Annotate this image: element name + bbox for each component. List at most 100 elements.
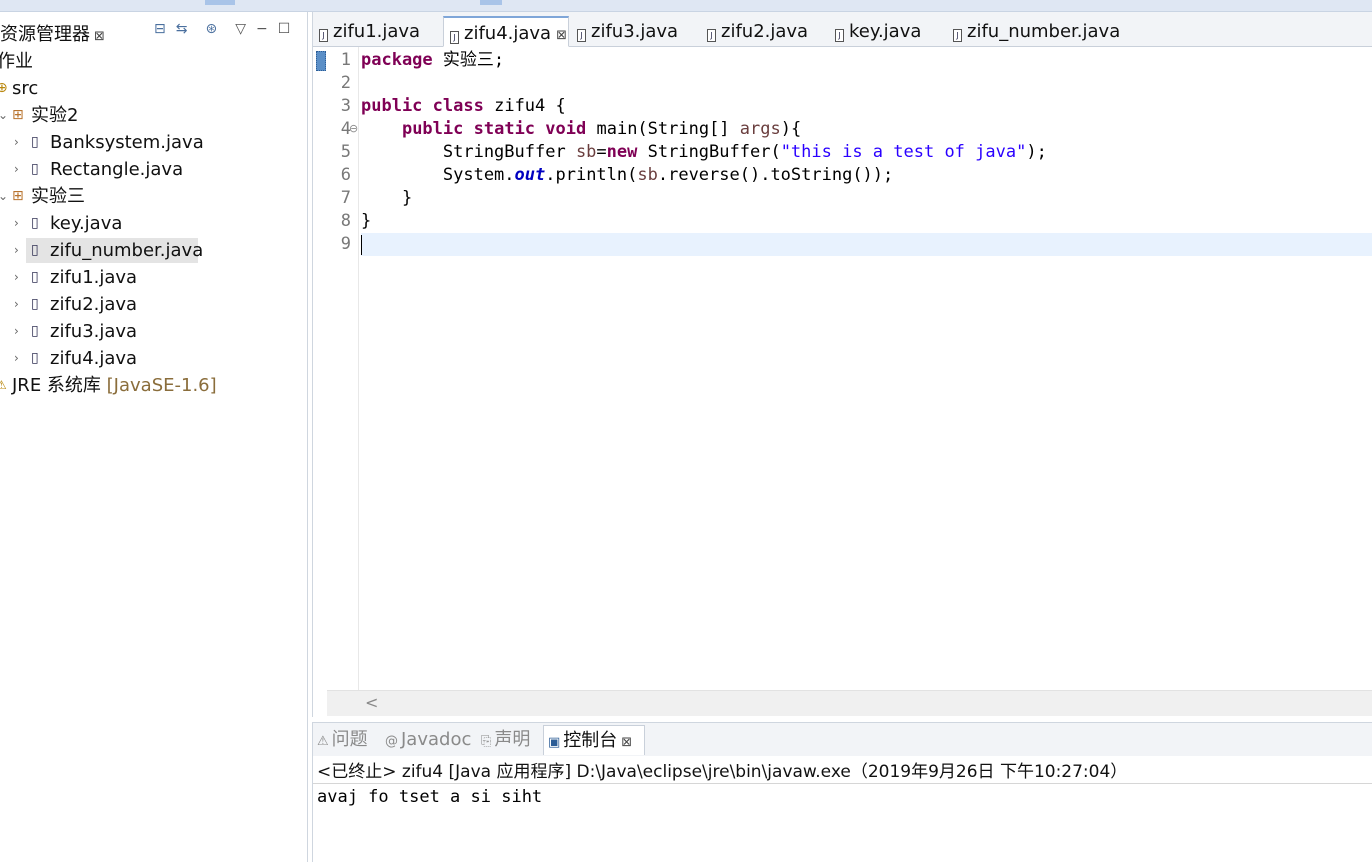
bookmark-marker [316, 51, 326, 71]
code-text: System. [361, 165, 515, 185]
file-label: zifu2.java [50, 294, 138, 315]
tree-package-2[interactable]: ⌄ ⊞ 实验三 [0, 183, 307, 210]
tab-zifu4[interactable]: Jzifu4.java ⊠ [443, 16, 569, 47]
code-text: ); [1026, 142, 1047, 162]
line-number: 6 [340, 165, 351, 185]
tab-zifu2[interactable]: Jzifu2.java [701, 16, 827, 47]
chevron-right-icon[interactable]: › [14, 318, 19, 345]
code-area[interactable]: package 实验三; public class zifu4 { public… [361, 47, 1372, 702]
tab-label: zifu4.java [464, 23, 552, 44]
jre-name: JRE 系统库 [12, 375, 101, 396]
code-text: StringBuffer [361, 142, 576, 162]
scroll-left-icon[interactable]: < [365, 693, 378, 712]
tree-project[interactable]: 作业 [0, 48, 307, 75]
file-label: zifu1.java [50, 267, 138, 288]
chevron-right-icon[interactable]: › [14, 291, 19, 318]
package-icon: ⊞ [12, 107, 24, 123]
tree-file[interactable]: › ▯ key.java [0, 210, 307, 237]
editor-tab-bar: Jzifu1.java Jzifu4.java ⊠ Jzifu3.java Jzi… [313, 12, 1372, 47]
chevron-right-icon[interactable]: › [14, 237, 19, 264]
keyword: package [361, 50, 433, 70]
console-output[interactable]: avaj fo tset a si siht [317, 785, 542, 809]
tree-file[interactable]: › ▯ Rectangle.java [0, 156, 307, 183]
collapse-all-icon[interactable]: ⊟ [154, 21, 166, 37]
tab-zifu3[interactable]: Jzifu3.java [571, 16, 697, 47]
java-file-icon: ▯ [31, 269, 39, 285]
chevron-right-icon[interactable]: › [14, 129, 19, 156]
javadoc-icon: @ [385, 734, 398, 749]
tree-file[interactable]: › ▯ Banksystem.java [0, 129, 307, 156]
fold-toggle-icon[interactable]: ⊖ [349, 122, 358, 135]
focus-icon[interactable]: ⊛ [205, 21, 217, 37]
tree-file[interactable]: › ▯ zifu1.java [0, 264, 307, 291]
expand-arrow-icon[interactable]: ⌄ [0, 102, 8, 129]
file-label: Banksystem.java [50, 132, 204, 153]
code-line-4: public static void main(String[] args){ [361, 118, 801, 141]
package-icon: ⊞ [12, 188, 24, 204]
code-text: = [596, 142, 607, 162]
java-file-icon: ▯ [31, 323, 39, 339]
line-number: 3 [340, 96, 351, 116]
tab-javadoc[interactable]: @ Javadoc [381, 725, 477, 755]
tab-declaration[interactable]: ⎘ 声明 [477, 725, 543, 755]
minimize-icon[interactable]: − [256, 21, 268, 37]
code-line-3: public class zifu4 { [361, 95, 566, 118]
close-icon[interactable]: ⊠ [621, 735, 632, 750]
explorer-view-tab[interactable]: 资源管理器 ⊠ [0, 12, 104, 46]
code-line-1: package 实验三; [361, 49, 504, 72]
code-line-7: } [361, 188, 413, 208]
java-file-icon: J [953, 29, 962, 42]
jre-version: [JavaSE-1.6] [106, 375, 217, 396]
project-label: 作业 [0, 51, 33, 72]
file-label: key.java [50, 213, 123, 234]
code-text: main(String[] [586, 119, 740, 139]
tab-label: Javadoc [401, 729, 472, 750]
tree-file[interactable]: › ▯ zifu2.java [0, 291, 307, 318]
tree-package-1[interactable]: ⌄ ⊞ 实验2 [0, 102, 307, 129]
code-text: zifu4 { [483, 96, 566, 116]
tab-zifu-number[interactable]: Jzifu_number.java [947, 16, 1147, 47]
file-label: Rectangle.java [50, 159, 184, 180]
tab-key[interactable]: Jkey.java [829, 16, 947, 47]
close-icon[interactable]: ⊠ [556, 28, 567, 43]
file-label: zifu_number.java [50, 240, 204, 261]
close-icon[interactable]: ⊠ [94, 29, 104, 44]
local-variable: sb [637, 165, 658, 185]
view-menu-icon[interactable]: ▽ [235, 21, 246, 37]
line-number-gutter: 1 2 3 4 ⊖ 5 6 7 8 9 [313, 47, 359, 702]
toolbar-fragment [480, 0, 502, 5]
expand-arrow-icon[interactable]: ⌄ [0, 183, 8, 210]
line-number: 1 [340, 50, 351, 70]
tab-problems[interactable]: ⚠ 问题 [313, 725, 379, 755]
maximize-icon[interactable]: ☐ [278, 21, 291, 37]
text-caret [361, 235, 362, 255]
tree-src-folder[interactable]: ⊕ src [0, 75, 307, 102]
tab-label: key.java [849, 21, 922, 42]
console-divider [313, 783, 1372, 784]
declaration-icon: ⎘ [481, 734, 492, 749]
tab-zifu1[interactable]: Jzifu1.java [313, 16, 441, 47]
jre-label: JRE 系统库 [JavaSE-1.6] [12, 372, 217, 399]
link-with-editor-icon[interactable]: ⇆ [176, 21, 188, 37]
code-text: StringBuffer( [637, 142, 781, 162]
tab-console[interactable]: ▣ 控制台 ⊠ [543, 725, 645, 755]
explorer-title: 资源管理器 [0, 24, 90, 45]
keyword: new [606, 142, 638, 162]
tree-jre-library[interactable]: ⚠ JRE 系统库 [JavaSE-1.6] [0, 372, 307, 399]
chevron-right-icon[interactable]: › [14, 210, 19, 237]
chevron-right-icon[interactable]: › [14, 264, 19, 291]
chevron-right-icon[interactable]: › [14, 345, 19, 372]
line-number: 4 [340, 119, 351, 139]
horizontal-scrollbar[interactable]: < [327, 690, 1372, 716]
console-status: <已终止> zifu4 [Java 应用程序] D:\Java\eclipse\… [317, 762, 1128, 782]
package-explorer: 资源管理器 ⊠ ⊟ ⇆ ⊛ ▽ − ☐ 作业 ⊕ src ⌄ ⊞ 实验2 › ▯ … [0, 12, 308, 862]
tree-file[interactable]: › ▯ zifu4.java [0, 345, 307, 372]
explorer-toolbar: ⊟ ⇆ ⊛ ▽ − ☐ [154, 18, 290, 40]
tree-file[interactable]: › ▯ zifu3.java [0, 318, 307, 345]
tree-file-selected[interactable]: › ▯ zifu_number.java [0, 237, 307, 264]
console-panel: ⚠ 问题 @ Javadoc ⎘ 声明 ▣ 控制台 ⊠ <已终止> zifu4 [Java… [312, 722, 1372, 862]
java-file-icon: ▯ [31, 215, 39, 231]
java-file-icon: ▯ [31, 350, 39, 366]
chevron-right-icon[interactable]: › [14, 156, 19, 183]
java-file-icon: J [707, 29, 716, 42]
